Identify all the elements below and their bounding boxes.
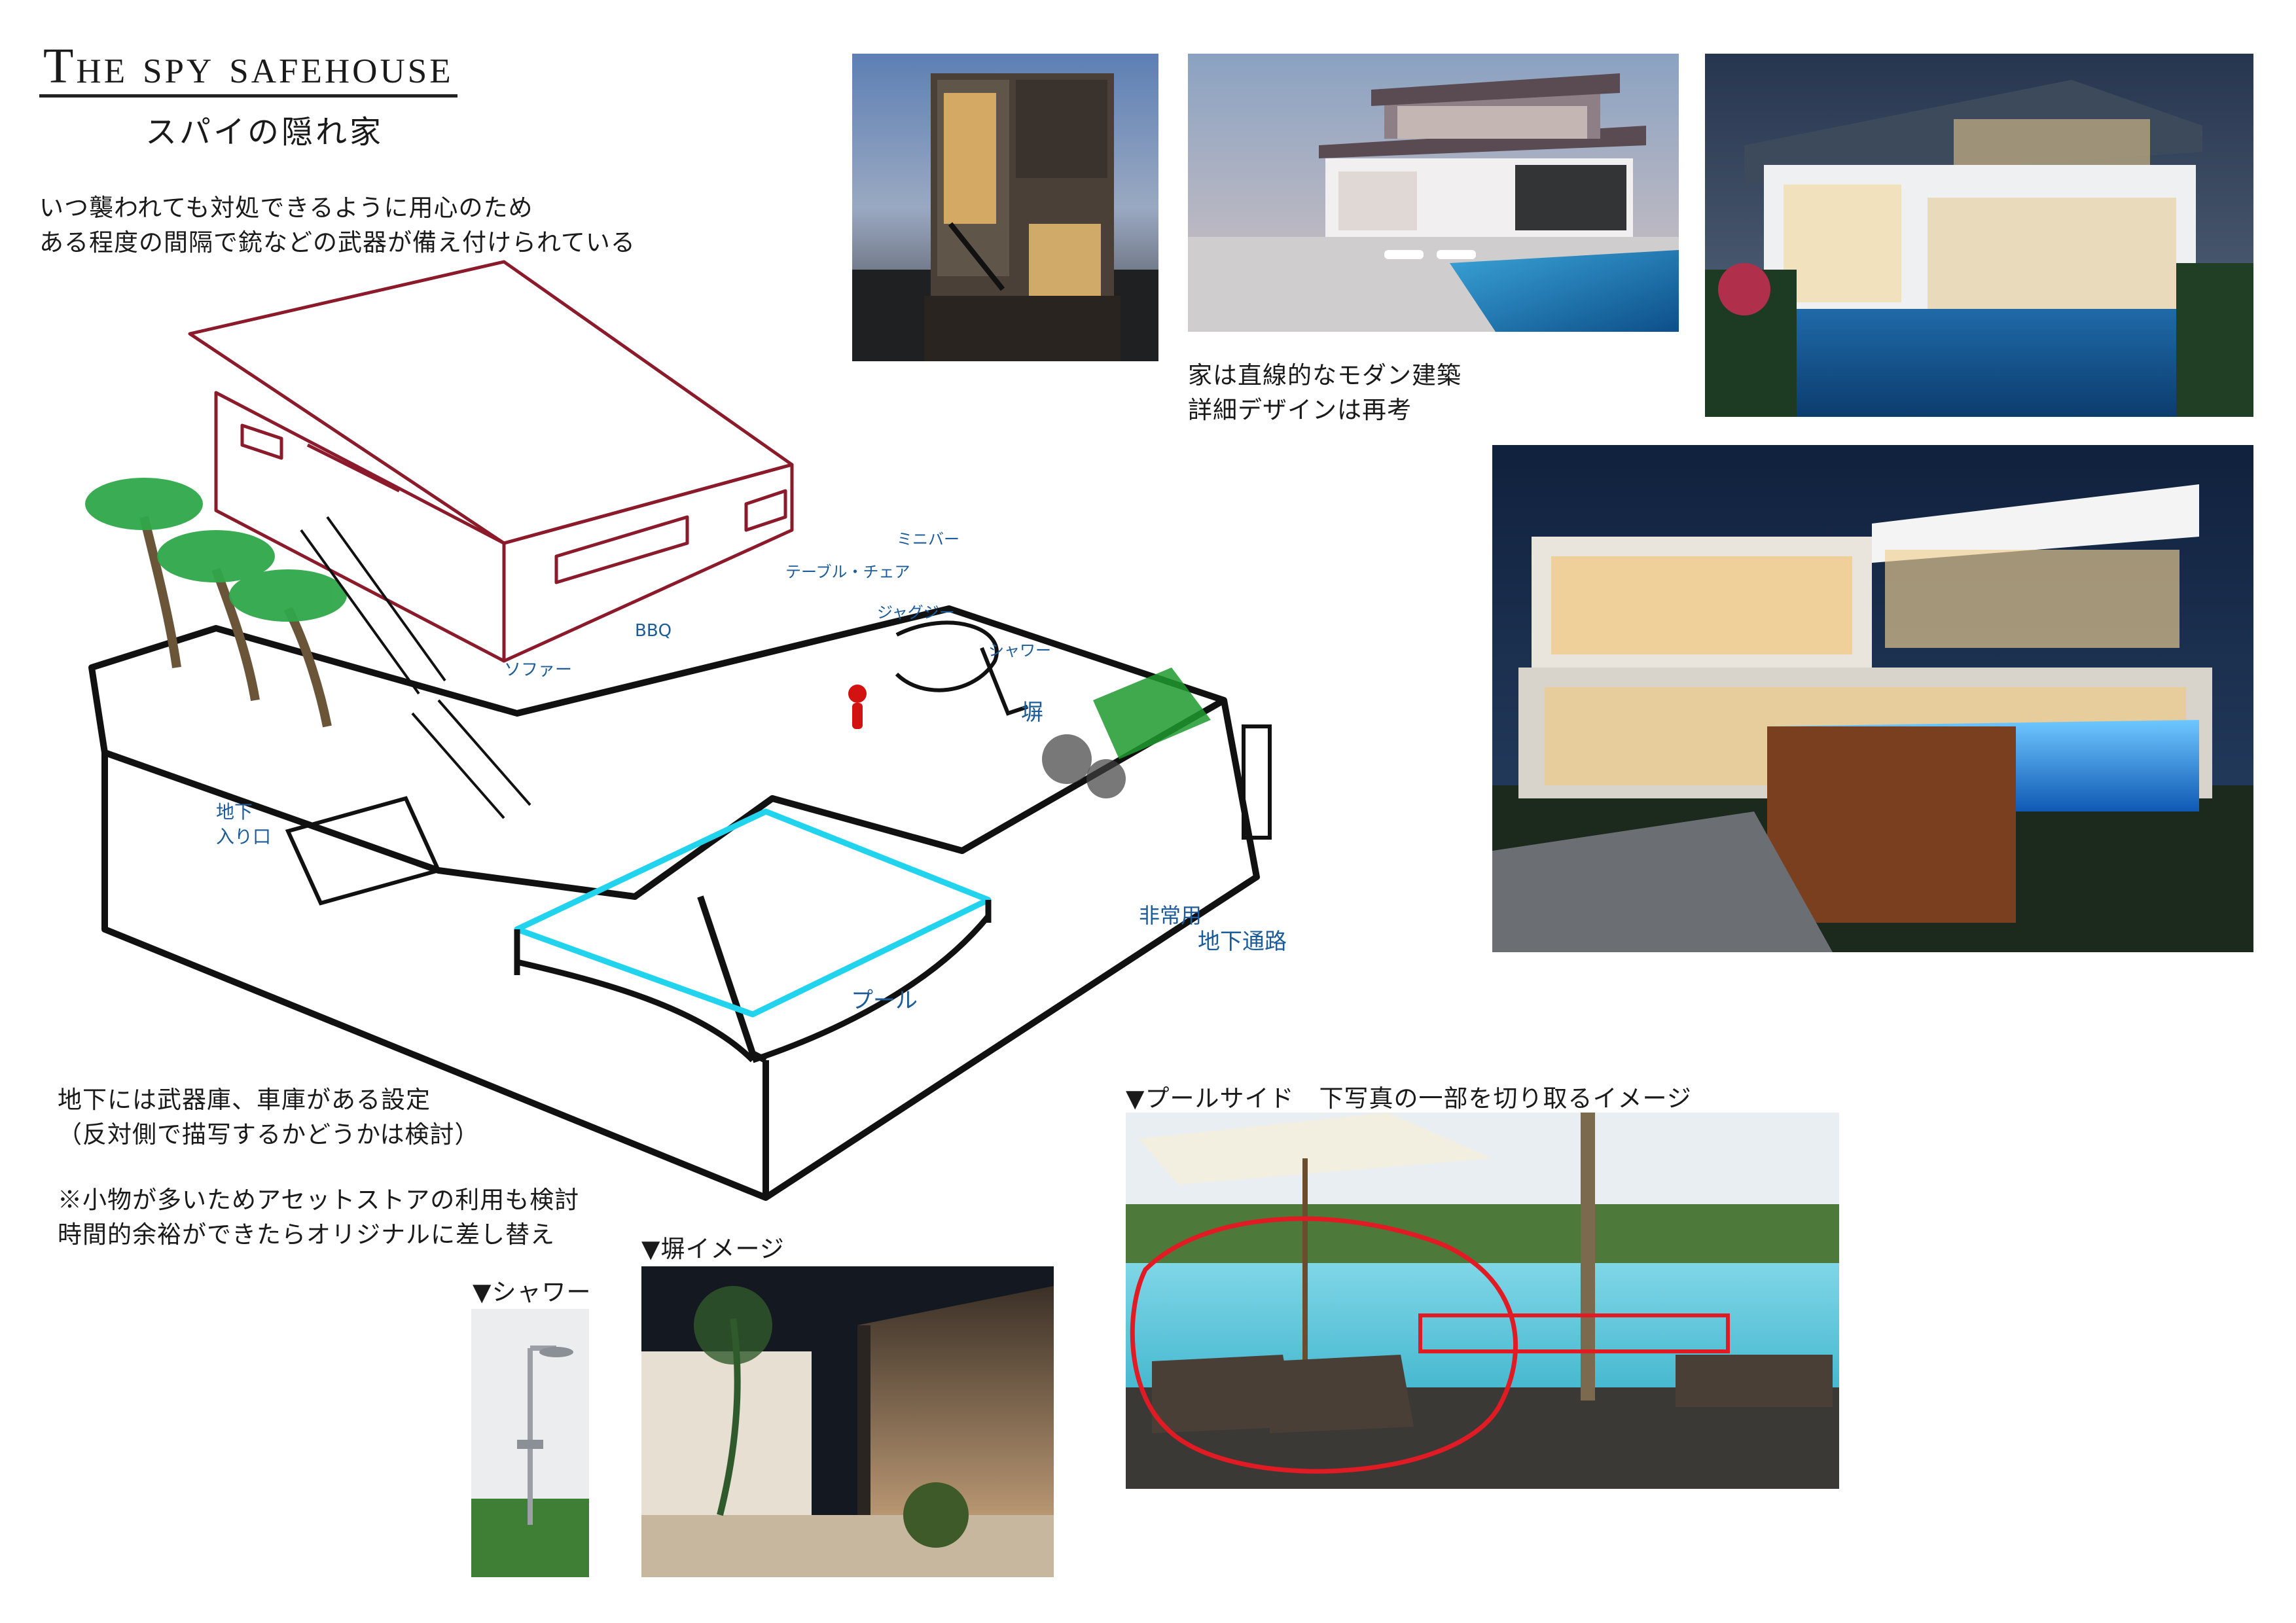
label-mini-bar: ミニバー [897,530,960,548]
safehouse-sketch: ソファー BBQ テーブル・チェア ミニバー ジャグジー シャワー 塀 地下 入… [85,260,1287,1201]
wall-caption: ▼塀イメージ [641,1235,785,1263]
shower-caption: ▼シャワー [473,1278,592,1306]
person-figure [848,685,867,729]
reference-photo-villa-night [1492,445,2253,952]
underground-entrance [285,796,442,906]
label-sofa: ソファー [504,660,572,680]
label-underground-2: 入り口 [216,826,271,847]
reference-photo-shower [471,1309,589,1577]
label-table-chair: テーブル・チェア [785,563,910,581]
reference-photo-villa-pool [1705,54,2253,417]
page-title: The spy safehouse [39,40,457,98]
page-subtitle: スパイの隠れ家 [145,114,384,151]
label-underground-passage: 地下通路 [1198,929,1287,955]
bushes [1042,668,1211,798]
label-jacuzzi: ジャグジー [877,603,955,622]
jacuzzi [895,620,999,692]
ground-platform [88,605,1260,1201]
pool-outline [514,808,992,1018]
label-emergency: 非常用 [1139,903,1202,928]
label-underground-1: 地下 [216,801,253,823]
reference-photo-wall [641,1266,1054,1577]
label-wall: 塀 [1021,700,1043,726]
label-shower: シャワー [988,641,1051,660]
label-bbq: BBQ [635,621,672,641]
stairs [300,516,531,819]
label-pool: プール [851,988,918,1014]
